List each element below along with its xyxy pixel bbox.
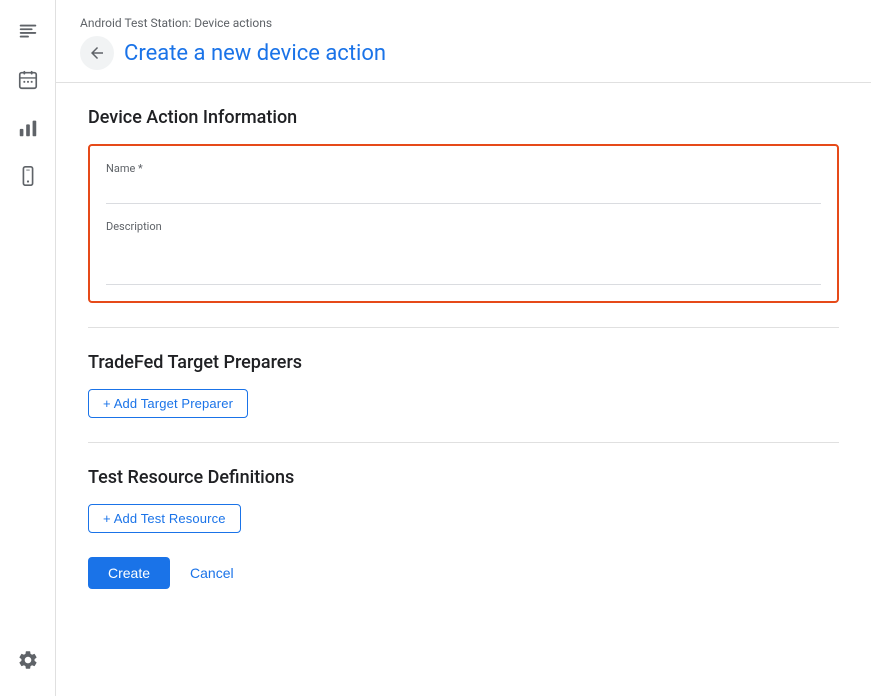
add-test-resource-button[interactable]: + Add Test Resource [88, 504, 241, 533]
breadcrumb: Android Test Station: Device actions [80, 16, 847, 30]
main-content: Android Test Station: Device actions Cre… [56, 0, 871, 696]
description-input[interactable] [106, 237, 821, 285]
target-preparers-section: TradeFed Target Preparers + Add Target P… [88, 352, 839, 418]
form-box: Name * Description [88, 144, 839, 303]
device-action-section: Device Action Information Name * Descrip… [88, 107, 839, 303]
add-target-preparer-button[interactable]: + Add Target Preparer [88, 389, 248, 418]
test-resource-section: Test Resource Definitions + Add Test Res… [88, 467, 839, 533]
sidebar-item-list[interactable] [8, 12, 48, 52]
sidebar-item-device[interactable] [8, 156, 48, 196]
name-input[interactable] [106, 179, 821, 204]
page-header: Android Test Station: Device actions Cre… [56, 0, 871, 83]
field-group: Name * Description [106, 162, 821, 285]
actions-row: Create Cancel [88, 557, 839, 589]
target-preparers-title: TradeFed Target Preparers [88, 352, 839, 373]
device-action-section-title: Device Action Information [88, 107, 839, 128]
sidebar-item-calendar[interactable] [8, 60, 48, 100]
test-resource-title: Test Resource Definitions [88, 467, 839, 488]
divider-2 [88, 442, 839, 443]
cancel-button[interactable]: Cancel [178, 557, 246, 589]
back-button[interactable] [80, 36, 114, 70]
sidebar-item-settings[interactable] [8, 640, 48, 680]
create-button[interactable]: Create [88, 557, 170, 589]
content-area: Device Action Information Name * Descrip… [56, 83, 871, 696]
sidebar [0, 0, 56, 696]
name-label: Name * [106, 162, 821, 175]
sidebar-item-analytics[interactable] [8, 108, 48, 148]
divider-1 [88, 327, 839, 328]
description-label: Description [106, 220, 821, 233]
page-title: Create a new device action [124, 41, 386, 66]
